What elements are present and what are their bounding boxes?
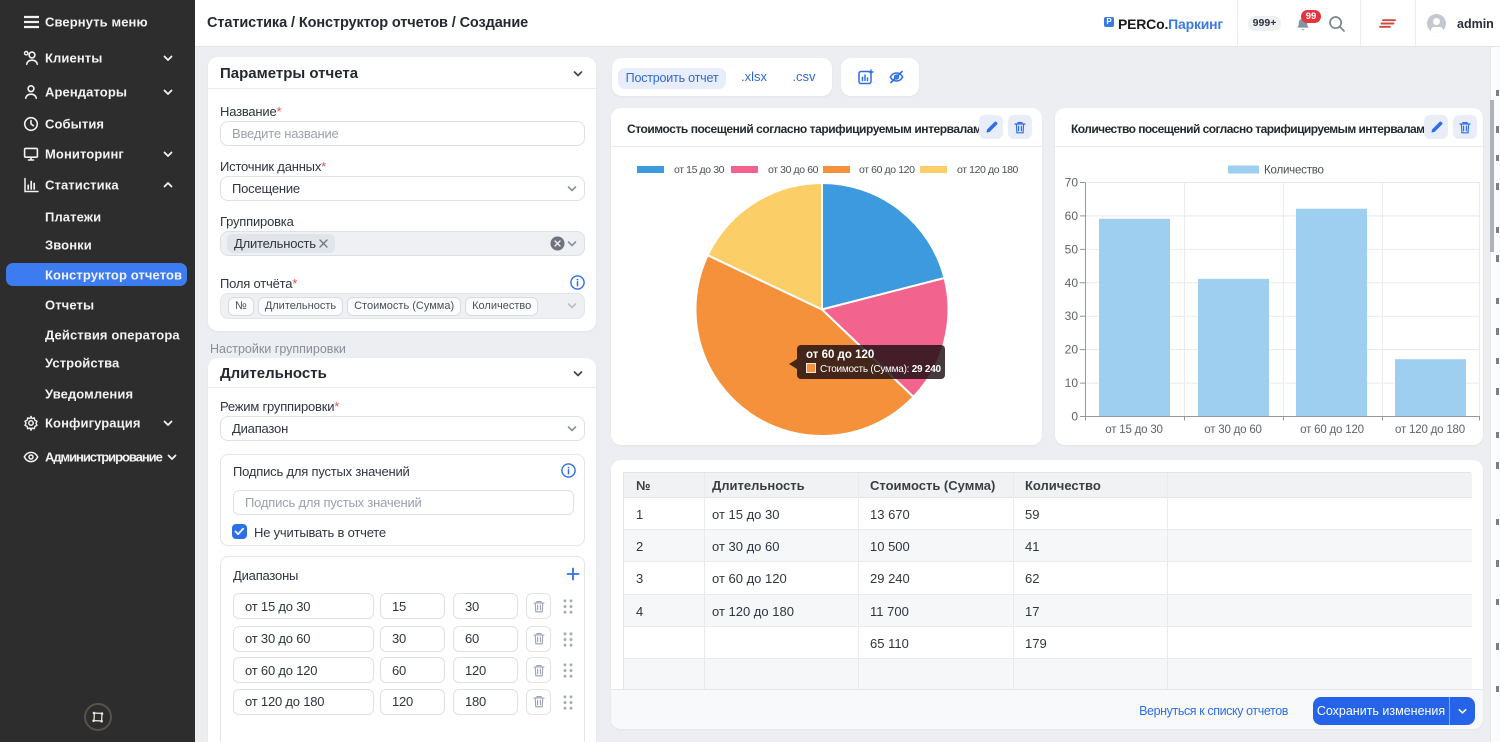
svg-text:от 60 до 120: от 60 до 120: [1300, 424, 1364, 436]
svg-text:30: 30: [1065, 309, 1079, 323]
svg-text:50: 50: [1065, 242, 1079, 256]
svg-text:70: 70: [1065, 176, 1079, 190]
svg-text:0: 0: [1071, 410, 1078, 424]
svg-text:от 15 до 30: от 15 до 30: [1105, 424, 1162, 436]
svg-text:40: 40: [1065, 276, 1079, 290]
svg-text:от 30 до 60: от 30 до 60: [1204, 424, 1261, 436]
svg-text:20: 20: [1065, 343, 1079, 357]
svg-text:Количество: Количество: [1264, 165, 1324, 177]
svg-text:60: 60: [1065, 209, 1079, 223]
svg-text:10: 10: [1065, 376, 1079, 390]
svg-text:от 120 до 180: от 120 до 180: [1395, 424, 1465, 436]
